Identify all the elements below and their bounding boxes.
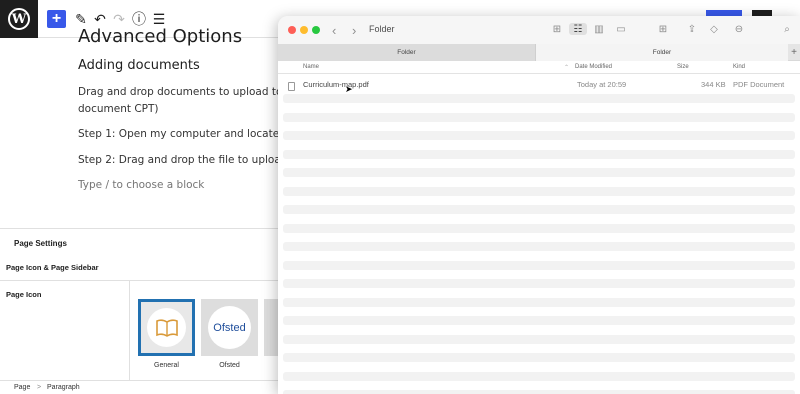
empty-row-stripe [283,260,795,270]
window-title: Folder [369,24,395,34]
file-row[interactable]: Curriculum-map.pdf Today at 20:59 344 KB… [283,79,795,89]
empty-row-stripe [283,353,795,362]
page-icon-sidebar-section[interactable]: Page Icon & Page Sidebar [6,263,99,272]
paragraph-block[interactable]: document CPT) [78,103,159,115]
empty-row-stripe [283,297,795,307]
pdf-file-icon [288,82,295,91]
breadcrumb-separator: > [37,384,42,391]
more-actions-icon[interactable]: ⊖ [732,23,746,35]
finder-titlebar: ‹ › Folder ⊞ ☷ ▥ ▭ ⊞ ⇪ ◇ ⊖ ⌕ [278,16,800,44]
tag-icon[interactable]: ◇ [707,23,721,35]
breadcrumb-paragraph[interactable]: Paragraph [47,384,80,391]
finder-window: ‹ › Folder ⊞ ☷ ▥ ▭ ⊞ ⇪ ◇ ⊖ ⌕ Folder Fold… [278,16,800,394]
column-header-row: Name Date Modified ⌃ Size Kind [278,61,800,74]
empty-row-stripe [283,390,795,394]
empty-row-stripe [283,149,795,159]
page-icon-general-option[interactable] [138,299,195,356]
paragraph-block[interactable]: Drag and drop documents to upload to a s [78,86,301,98]
empty-row-stripe [283,112,795,122]
empty-row-stripe [283,279,795,288]
file-size: 344 KB [701,80,726,89]
back-icon[interactable]: ‹ [332,23,336,38]
paragraph-block[interactable]: Step 1: Open my computer and locate the … [78,128,307,140]
minimize-window-button[interactable] [300,26,308,34]
icon-view-icon[interactable]: ⊞ [550,23,564,35]
finder-tab-bar: Folder Folder + [278,44,800,61]
divider [129,280,130,380]
divider [0,280,280,281]
book-icon [147,308,186,347]
wordpress-icon: W [8,8,30,30]
subheading[interactable]: Adding documents [78,58,200,73]
empty-row-stripe [283,316,795,325]
close-window-button[interactable] [288,26,296,34]
section-heading[interactable]: Advanced Options [78,26,242,47]
share-icon[interactable]: ⇪ [685,23,699,35]
wordpress-logo-button[interactable]: W [0,0,38,38]
tile-label-general: General [154,362,179,369]
gallery-view-icon[interactable]: ▭ [614,23,628,35]
empty-row-stripe [283,205,795,214]
empty-row-stripe [283,131,795,140]
page-icon-ofsted-option[interactable]: Ofsted [201,299,258,356]
add-tab-button[interactable]: + [788,44,800,61]
empty-row-stripe [283,94,795,103]
page-icon-label: Page Icon [6,290,42,299]
breadcrumb-page[interactable]: Page [14,384,30,391]
tile-label-ofsted: Ofsted [219,362,240,369]
page-settings-title[interactable]: Page Settings [14,239,67,248]
block-breadcrumb: Page > Paragraph [0,380,280,394]
group-icon[interactable]: ⊞ [656,23,670,35]
zoom-window-button[interactable] [312,26,320,34]
mouse-cursor-icon: ➤ [345,84,353,94]
ofsted-logo: Ofsted [208,306,251,349]
sort-chevron-icon: ⌃ [564,65,570,71]
empty-row-stripe [283,168,795,177]
file-kind: PDF Document [733,80,785,89]
paragraph-block[interactable]: Step 2: Drag and drop the file to upload [78,154,287,166]
tab-folder-2[interactable]: Folder [536,44,788,61]
tab-folder-1[interactable]: Folder [278,44,536,61]
block-placeholder[interactable]: Type / to choose a block [78,179,204,191]
list-view-icon[interactable]: ☷ [569,23,587,35]
empty-row-stripe [283,242,795,251]
empty-row-stripe [283,371,795,381]
column-date-header[interactable]: Date Modified [575,64,612,70]
empty-row-stripe [283,334,795,344]
file-date: Today at 20:59 [577,80,627,89]
column-size-header[interactable]: Size [677,64,689,70]
add-block-button[interactable]: + [47,10,66,28]
search-icon[interactable]: ⌕ [780,23,794,35]
empty-row-stripe [283,186,795,196]
column-name-header[interactable]: Name [303,64,319,70]
file-name: Curriculum-map.pdf [303,80,369,89]
column-kind-header[interactable]: Kind [733,64,745,70]
forward-icon[interactable]: › [352,23,356,38]
empty-row-stripe [283,223,795,233]
column-view-icon[interactable]: ▥ [592,23,606,35]
